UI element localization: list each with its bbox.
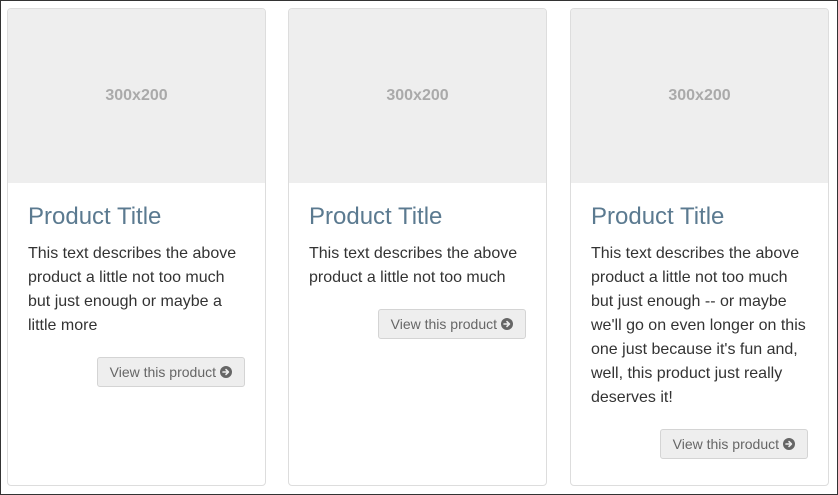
product-title: Product Title bbox=[28, 203, 162, 230]
view-product-button[interactable]: View this product bbox=[96, 357, 245, 387]
arrow-circle-right-icon bbox=[783, 438, 795, 450]
product-title: Product Title bbox=[309, 203, 443, 230]
card-body: Product Title This text describes the ab… bbox=[571, 183, 828, 459]
product-image-placeholder: 300x200 bbox=[571, 9, 828, 183]
card-actions: View this product bbox=[28, 357, 245, 387]
image-size-label: 300x200 bbox=[386, 87, 449, 104]
product-image-placeholder: 300x200 bbox=[289, 9, 546, 183]
image-size-label: 300x200 bbox=[668, 87, 731, 104]
card-actions: View this product bbox=[309, 309, 526, 339]
product-card: 300x200 Product Title This text describe… bbox=[570, 8, 829, 486]
view-product-button[interactable]: View this product bbox=[659, 429, 808, 459]
product-description: This text describes the above product a … bbox=[591, 245, 806, 406]
view-product-button[interactable]: View this product bbox=[377, 309, 526, 339]
product-title: Product Title bbox=[591, 203, 725, 230]
card-body: Product Title This text describes the ab… bbox=[289, 183, 546, 339]
product-card: 300x200 Product Title This text describe… bbox=[288, 8, 547, 486]
arrow-circle-right-icon bbox=[501, 318, 513, 330]
card-actions: View this product bbox=[591, 429, 808, 459]
product-description: This text describes the above product a … bbox=[28, 245, 237, 334]
view-product-button-label: View this product bbox=[390, 316, 497, 332]
card-body: Product Title This text describes the ab… bbox=[8, 183, 265, 387]
view-product-button-label: View this product bbox=[672, 436, 779, 452]
product-card: 300x200 Product Title This text describe… bbox=[7, 8, 266, 486]
product-grid: 300x200 Product Title This text describe… bbox=[0, 0, 838, 495]
product-description: This text describes the above product a … bbox=[309, 245, 518, 286]
arrow-circle-right-icon bbox=[220, 366, 232, 378]
image-size-label: 300x200 bbox=[105, 87, 168, 104]
product-image-placeholder: 300x200 bbox=[8, 9, 265, 183]
view-product-button-label: View this product bbox=[109, 364, 216, 380]
